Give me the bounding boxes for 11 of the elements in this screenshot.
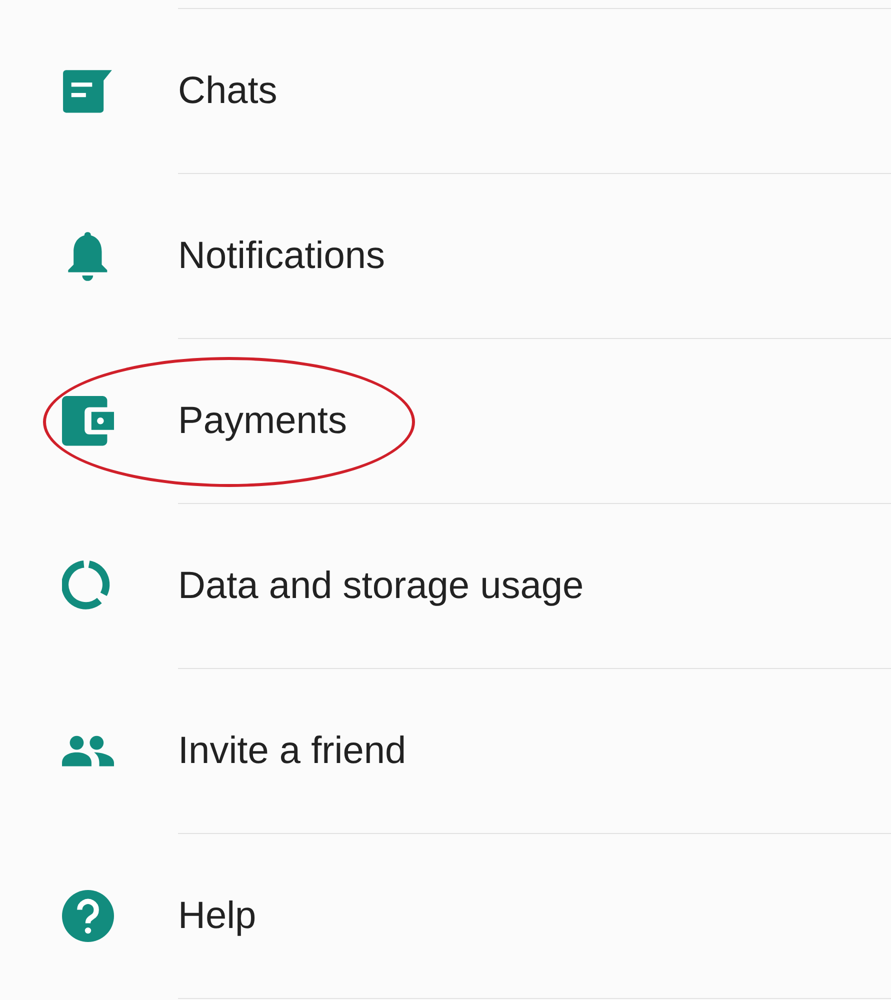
menu-item-label[interactable]: Data and storage usage: [178, 564, 584, 608]
menu-item-label[interactable]: Notifications: [178, 234, 385, 278]
menu-item-label[interactable]: Chats: [178, 70, 278, 112]
bell-icon: [66, 230, 110, 282]
help-icon: [62, 890, 114, 942]
people-icon: [62, 735, 114, 767]
menu-item-label[interactable]: Invite a friend: [178, 730, 406, 772]
menu-item-label[interactable]: Help: [178, 894, 256, 938]
chat-icon: [62, 68, 114, 114]
wallet-icon: [62, 396, 114, 446]
menu-item-label[interactable]: Payments: [178, 400, 347, 442]
